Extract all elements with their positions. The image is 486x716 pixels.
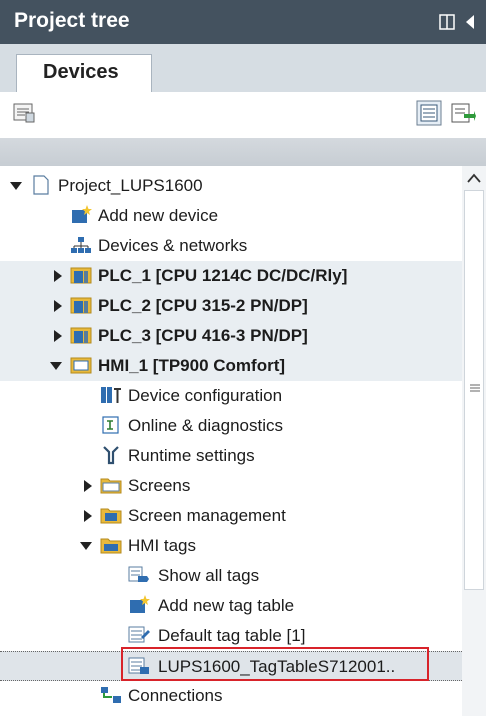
tree-item-label: HMI tags: [128, 536, 197, 555]
expanded-arrow-icon[interactable]: [80, 542, 92, 550]
connections-icon: [101, 687, 121, 703]
tree-item-label: Show all tags: [158, 566, 260, 585]
project-tree: Project_LUPS1600 Add new device Devices …: [0, 166, 463, 716]
grip-icon: [470, 384, 480, 392]
tree-item-runtime-settings[interactable]: Runtime settings: [0, 441, 462, 471]
panel-title: Project tree: [14, 9, 130, 32]
screen-management-icon: [100, 508, 122, 524]
diagnostics-icon: [102, 416, 119, 434]
header-controls: [438, 12, 478, 37]
vertical-scrollbar[interactable]: [462, 166, 486, 716]
collapse-panel-icon[interactable]: [466, 15, 474, 29]
tree-item-screens[interactable]: Screens: [0, 471, 462, 501]
sync-view-icon[interactable]: [450, 100, 476, 126]
tree-item-connections[interactable]: Connections: [0, 681, 462, 711]
tree-item-plc-3[interactable]: PLC_3 [CPU 416-3 PN/DP]: [0, 321, 462, 351]
tree-item-add-new-device[interactable]: Add new device: [0, 201, 462, 231]
folder-icon: [100, 478, 122, 494]
collapsed-arrow-icon[interactable]: [54, 300, 62, 312]
tree-item-label: Connections: [128, 686, 223, 705]
runtime-icon: [103, 446, 119, 465]
scrollbar-thumb[interactable]: [464, 190, 484, 590]
panel-header: Project tree: [0, 0, 486, 44]
expanded-arrow-icon[interactable]: [50, 362, 62, 370]
tree-header-strip: [0, 138, 486, 166]
tree-item-label: Default tag table [1]: [158, 626, 306, 645]
tree-item-online-diagnostics[interactable]: Online & diagnostics: [0, 411, 462, 441]
overview-view-icon[interactable]: [416, 100, 442, 126]
tree-item-plc-2[interactable]: PLC_2 [CPU 315-2 PN/DP]: [0, 291, 462, 321]
tag-table-icon: [128, 626, 150, 643]
scroll-up-icon[interactable]: [466, 172, 482, 184]
highlight-box: [121, 647, 429, 681]
tree-item-add-new-tag-table[interactable]: Add new tag table: [0, 591, 462, 621]
plc-icon: [70, 327, 92, 344]
tree-item-hmi-tags[interactable]: HMI tags: [0, 531, 462, 561]
tree-item-label: Add new tag table: [158, 596, 295, 615]
tree-item-label: Device configuration: [128, 386, 283, 405]
split-view-icon[interactable]: [439, 14, 455, 30]
collapsed-arrow-icon[interactable]: [84, 480, 92, 492]
tree-item-label: Online & diagnostics: [128, 416, 283, 435]
tree-item-project[interactable]: Project_LUPS1600: [0, 171, 462, 201]
tree-toolbar: [0, 92, 486, 138]
expanded-arrow-icon[interactable]: [10, 182, 22, 190]
tags-icon: [128, 566, 149, 582]
tab-devices-label: Devices: [43, 61, 119, 83]
tree-item-device-configuration[interactable]: Device configuration: [0, 381, 462, 411]
folder-open-icon: [100, 538, 122, 554]
properties-icon[interactable]: [12, 101, 36, 125]
tree-item-label: Runtime settings: [128, 446, 255, 465]
collapsed-arrow-icon[interactable]: [84, 510, 92, 522]
tree-item-screen-management[interactable]: Screen management: [0, 501, 462, 531]
tree-item-label: Devices & networks: [98, 236, 248, 255]
tree-item-show-all-tags[interactable]: Show all tags: [0, 561, 462, 591]
tree-item-label: PLC_2 [CPU 315-2 PN/DP]: [98, 296, 308, 315]
device-config-icon: [101, 387, 121, 403]
tree-item-label: PLC_3 [CPU 416-3 PN/DP]: [98, 326, 308, 345]
tree-item-devices-networks[interactable]: Devices & networks: [0, 231, 462, 261]
collapsed-arrow-icon[interactable]: [54, 330, 62, 342]
tree-item-label: HMI_1 [TP900 Comfort]: [98, 356, 286, 375]
hmi-icon: [70, 357, 92, 374]
tab-devices[interactable]: Devices: [16, 54, 152, 92]
tree-item-label: Add new device: [98, 206, 219, 225]
project-icon: [33, 175, 49, 195]
plc-icon: [70, 297, 92, 314]
add-tag-table-icon: [130, 595, 150, 613]
plc-icon: [70, 267, 92, 284]
tree-item-label: Project_LUPS1600: [58, 176, 203, 195]
tree-item-plc-1[interactable]: PLC_1 [CPU 1214C DC/DC/Rly]: [0, 261, 462, 291]
network-icon: [71, 237, 91, 253]
tree-item-hmi-1[interactable]: HMI_1 [TP900 Comfort]: [0, 351, 462, 381]
tree-item-label: Screen management: [128, 506, 286, 525]
tab-bar: Devices: [0, 44, 486, 93]
tree-item-label: Screens: [128, 476, 191, 495]
tree-item-label: PLC_1 [CPU 1214C DC/DC/Rly]: [98, 266, 348, 285]
collapsed-arrow-icon[interactable]: [54, 270, 62, 282]
add-device-icon: [72, 205, 92, 223]
